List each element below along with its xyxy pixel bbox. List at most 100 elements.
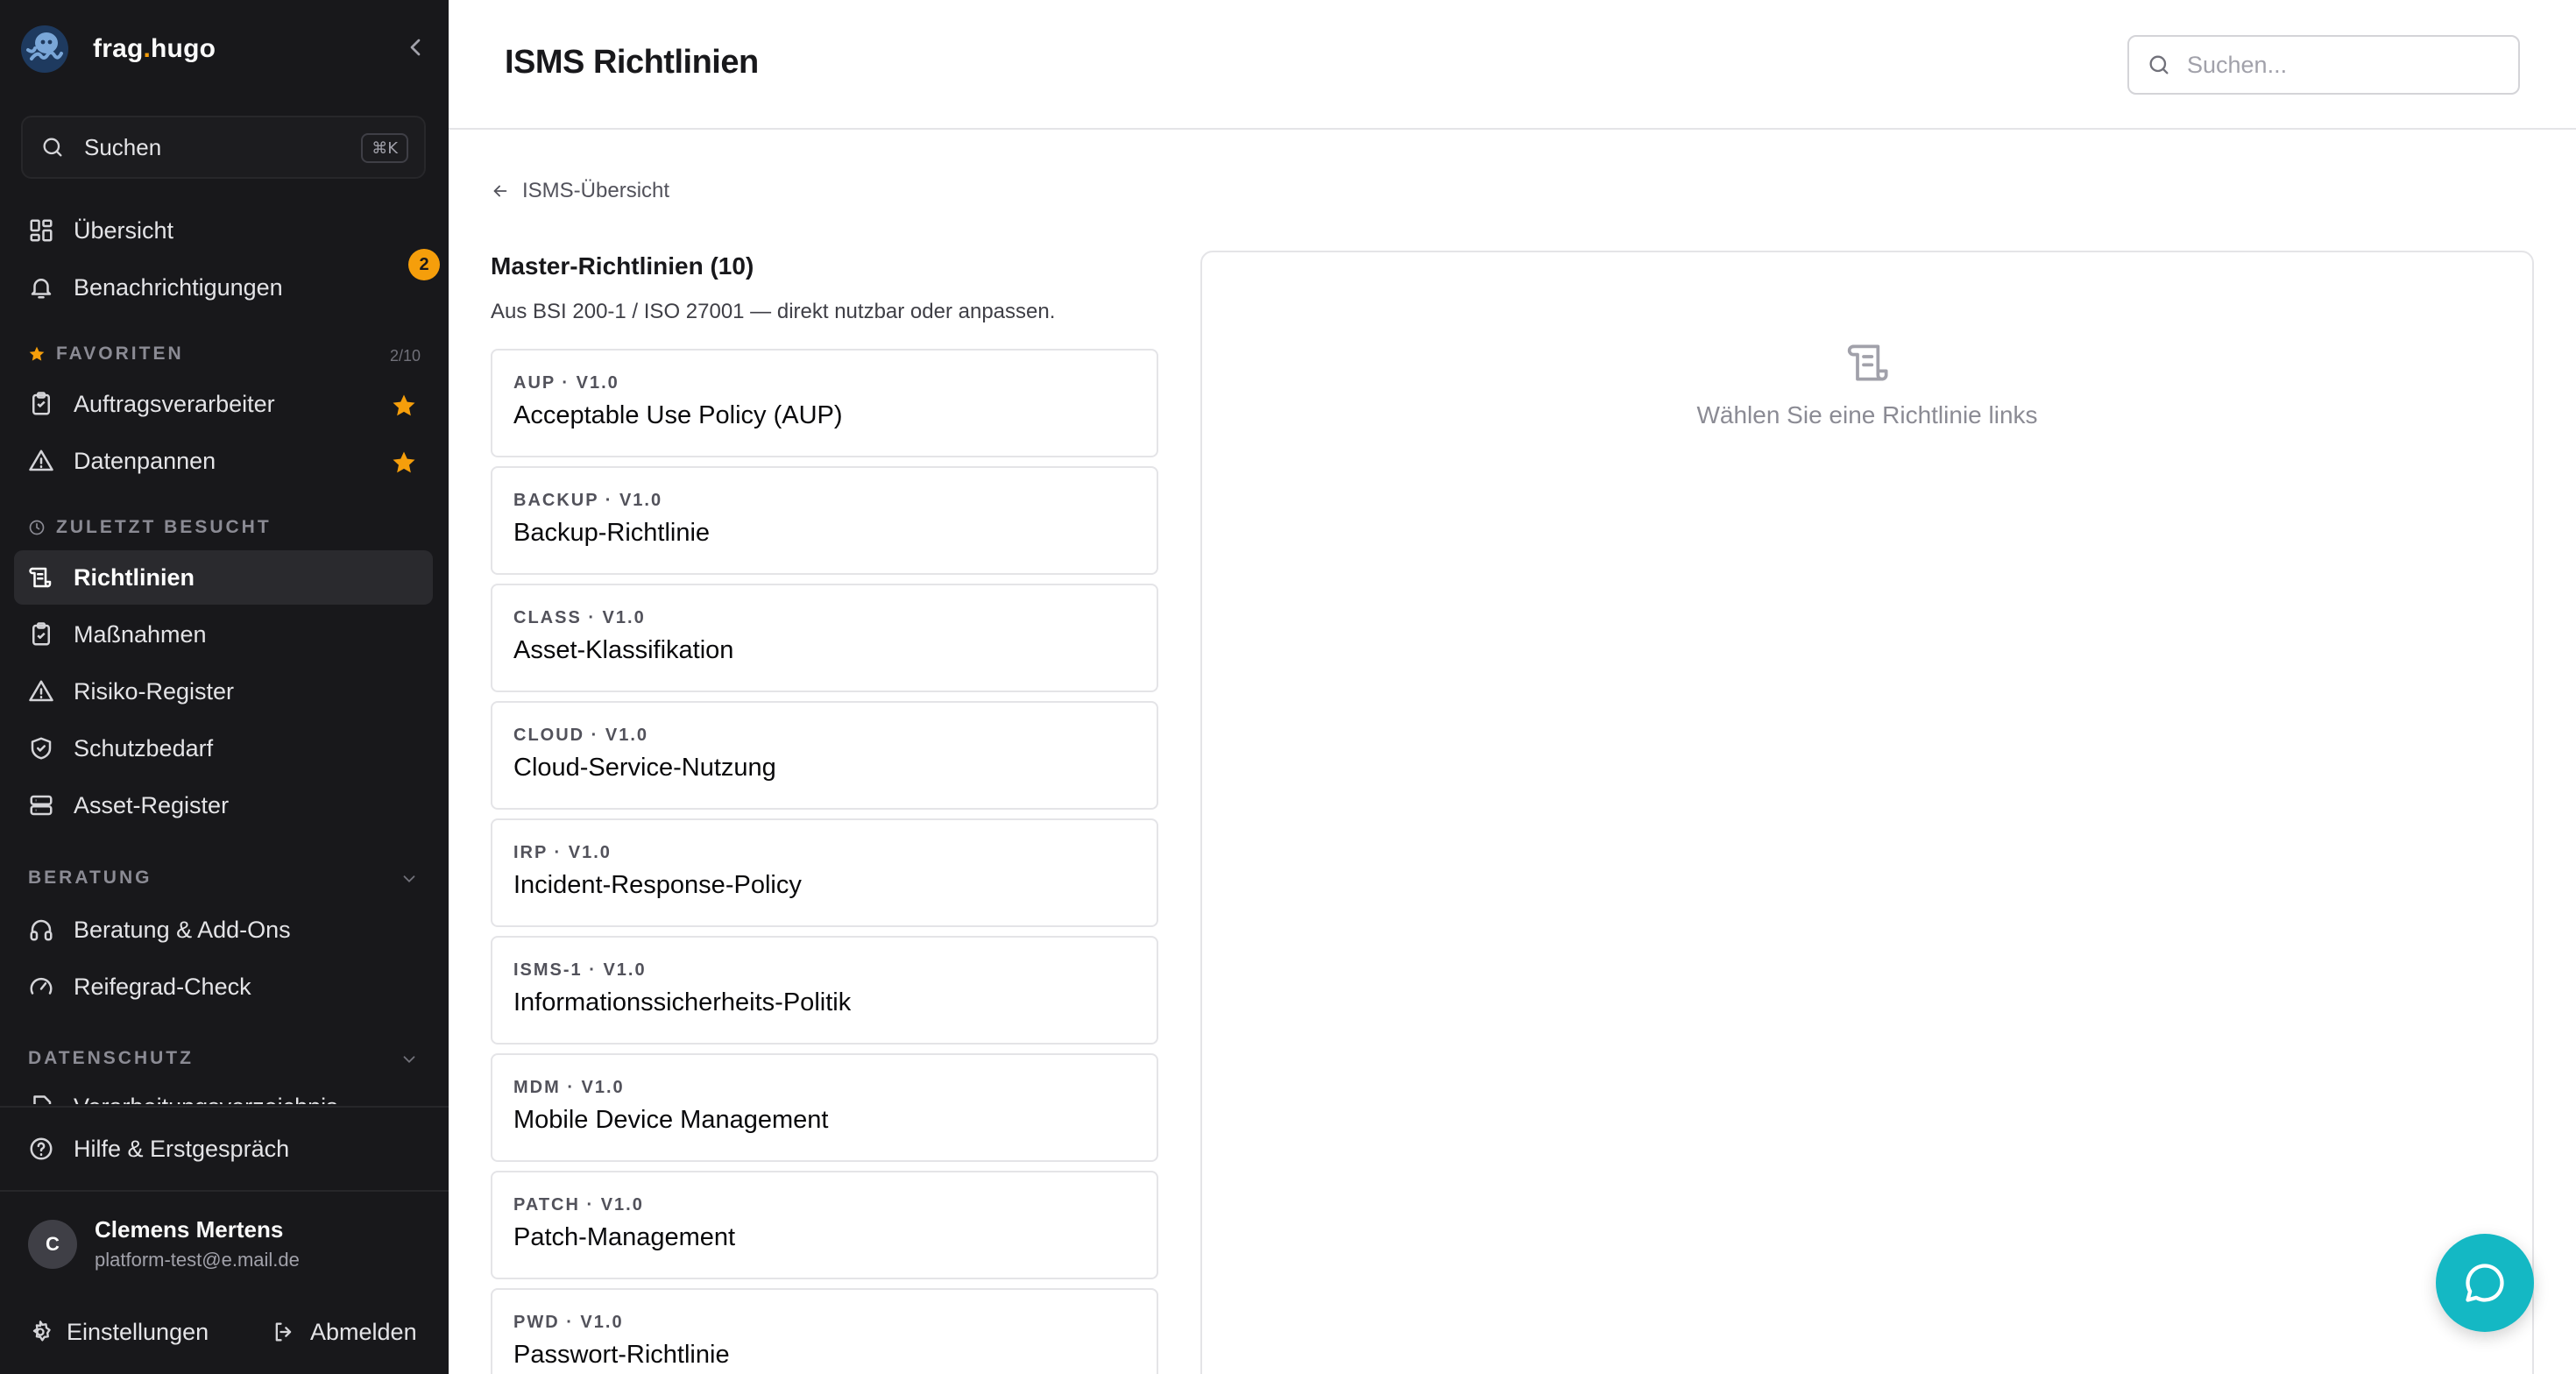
- policy-meta: MDM · V1.0: [513, 1078, 625, 1097]
- policy-meta: ISMS-1 · V1.0: [513, 960, 647, 980]
- back-link-label: ISMS-Übersicht: [522, 179, 670, 202]
- sidebar-item-label: Asset-Register: [74, 791, 230, 818]
- settings-button[interactable]: Einstellungen: [28, 1311, 209, 1353]
- dashboard-icon: [30, 219, 53, 242]
- chevron-left-icon[interactable]: [401, 33, 429, 61]
- policy-meta: IRP · V1.0: [513, 843, 612, 862]
- chat-button[interactable]: [2436, 1234, 2534, 1332]
- headphones-icon: [30, 919, 53, 941]
- settings-label: Einstellungen: [67, 1318, 209, 1345]
- sidebar-item-datenpannen[interactable]: Datenpannen: [14, 434, 433, 488]
- divider: [0, 1190, 449, 1192]
- sidebar-item-label: Richtlinien: [74, 563, 195, 591]
- policy-card[interactable]: PWD · V1.0 Passwort-Richtlinie: [491, 1288, 1158, 1374]
- chevron-down-icon[interactable]: [400, 1050, 419, 1069]
- beratung-heading[interactable]: BERATUNG: [28, 868, 152, 889]
- policy-card[interactable]: PATCH · V1.0 Patch-Management: [491, 1171, 1158, 1279]
- bell-icon: [31, 279, 52, 299]
- logout-icon: [275, 1322, 292, 1342]
- warning-icon: [29, 450, 53, 471]
- header-search[interactable]: [2127, 35, 2520, 95]
- sidebar-item-reifegrad-check[interactable]: Reifegrad-Check: [14, 960, 433, 1014]
- chevron-down-icon[interactable]: [400, 869, 419, 889]
- sidebar-item-schutzbedarf[interactable]: Schutzbedarf: [14, 721, 433, 776]
- clipboard-icon: [32, 392, 50, 415]
- policy-card[interactable]: BACKUP · V1.0 Backup-Richtlinie: [491, 466, 1158, 575]
- help-circle-icon: [30, 1137, 53, 1160]
- sidebar-item-label: Maßnahmen: [74, 620, 207, 648]
- policy-meta: PWD · V1.0: [513, 1313, 624, 1332]
- policy-title: Informationssicherheits-Politik: [513, 988, 852, 1016]
- list-subtitle: Aus BSI 200-1 / ISO 27001 — direkt nutzb…: [491, 300, 1056, 323]
- policy-title: Asset-Klassifikation: [513, 636, 734, 664]
- list-title: Master-Richtlinien (10): [491, 252, 754, 280]
- policy-card[interactable]: MDM · V1.0 Mobile Device Management: [491, 1053, 1158, 1162]
- sidebar-item-verarbeitungsverzeichnis[interactable]: Verarbeitungsverzeichnis: [14, 1083, 433, 1104]
- empty-state-text: Wählen Sie eine Richtlinie links: [1696, 401, 2038, 428]
- avatar: C: [28, 1219, 77, 1269]
- policy-card[interactable]: CLASS · V1.0 Asset-Klassifikation: [491, 584, 1158, 692]
- help-button[interactable]: Hilfe & Erstgespräch: [14, 1122, 433, 1176]
- policy-meta: PATCH · V1.0: [513, 1195, 644, 1215]
- divider: [0, 1106, 449, 1108]
- sidebar-item-uebersicht[interactable]: Übersicht: [14, 203, 433, 258]
- sidebar-item-asset-register[interactable]: Asset-Register: [14, 778, 433, 832]
- policy-meta: BACKUP · V1.0: [513, 491, 663, 510]
- favorites-count: 2/10: [389, 347, 421, 365]
- policy-title: Passwort-Richtlinie: [513, 1341, 730, 1369]
- logout-label: Abmelden: [310, 1318, 417, 1345]
- search-input[interactable]: [2187, 51, 2502, 79]
- user-email: platform-test@e.mail.de: [95, 1249, 300, 1271]
- sidebar-item-label: Risiko-Register: [74, 677, 235, 705]
- policy-title: Acceptable Use Policy (AUP): [513, 401, 843, 429]
- search-icon: [2149, 55, 2169, 74]
- policy-detail-panel: Wählen Sie eine Richtlinie links: [1200, 251, 2534, 1374]
- policy-card[interactable]: CLOUD · V1.0 Cloud-Service-Nutzung: [491, 701, 1158, 810]
- policy-card[interactable]: IRP · V1.0 Incident-Response-Policy: [491, 818, 1158, 927]
- sidebar-item-label: Datenpannen: [74, 447, 216, 474]
- policy-title: Patch-Management: [513, 1223, 736, 1251]
- policy-meta: CLASS · V1.0: [513, 608, 646, 627]
- sidebar-item-massnahmen[interactable]: Maßnahmen: [14, 607, 433, 662]
- document-icon: [33, 1094, 52, 1104]
- sidebar-item-richtlinien[interactable]: Richtlinien: [14, 550, 433, 605]
- logout-button[interactable]: Abmelden: [272, 1311, 417, 1353]
- recent-heading: ZULETZT BESUCHT: [28, 517, 272, 538]
- brand-name: frag.hugo: [93, 34, 216, 63]
- server-icon: [30, 795, 53, 816]
- sidebar-item-label: Übersicht: [74, 216, 174, 244]
- notification-count-badge: 2: [408, 249, 440, 280]
- sidebar-search-label: Suchen: [84, 133, 162, 160]
- policy-card[interactable]: AUP · V1.0 Acceptable Use Policy (AUP): [491, 349, 1158, 457]
- brand[interactable]: frag.hugo: [19, 21, 216, 77]
- sidebar-item-benachrichtigungen[interactable]: Benachrichtigungen: [14, 260, 433, 315]
- sidebar-item-risiko-register[interactable]: Risiko-Register: [14, 664, 433, 719]
- sidebar-item-beratung-addons[interactable]: Beratung & Add-Ons: [14, 903, 433, 957]
- policy-card[interactable]: ISMS-1 · V1.0 Informationssicherheits-Po…: [491, 936, 1158, 1045]
- top-bar: ISMS Richtlinien: [449, 0, 2576, 130]
- user-profile[interactable]: C Clemens Mertens platform-test@e.mail.d…: [28, 1216, 300, 1271]
- search-icon: [43, 138, 62, 157]
- sidebar-item-auftragsverarbeiter[interactable]: Auftragsverarbeiter: [14, 377, 433, 431]
- sidebar-item-label: Beratung & Add-Ons: [74, 916, 291, 943]
- user-name: Clemens Mertens: [95, 1216, 284, 1243]
- warning-icon: [29, 680, 53, 702]
- sidebar-search[interactable]: Suchen ⌘K: [21, 116, 426, 179]
- arrow-left-icon: [493, 185, 507, 197]
- favorites-heading: FAVORITEN: [28, 344, 184, 365]
- star-icon[interactable]: [391, 393, 417, 419]
- sidebar-item-label: Auftragsverarbeiter: [74, 390, 275, 417]
- policy-meta: AUP · V1.0: [513, 373, 619, 393]
- policy-title: Mobile Device Management: [513, 1106, 829, 1134]
- clipboard-check-icon: [32, 622, 50, 646]
- octopus-logo-icon: [21, 25, 68, 73]
- help-label: Hilfe & Erstgespräch: [74, 1135, 290, 1162]
- star-icon[interactable]: [391, 450, 417, 476]
- datenschutz-heading[interactable]: DATENSCHUTZ: [28, 1048, 194, 1069]
- page-title: ISMS Richtlinien: [505, 44, 759, 81]
- clock-icon: [29, 520, 45, 535]
- chat-bubble-icon: [2466, 1264, 2504, 1302]
- back-link[interactable]: ISMS-Übersicht: [491, 179, 669, 203]
- shield-icon: [31, 737, 52, 760]
- gauge-icon: [30, 977, 53, 995]
